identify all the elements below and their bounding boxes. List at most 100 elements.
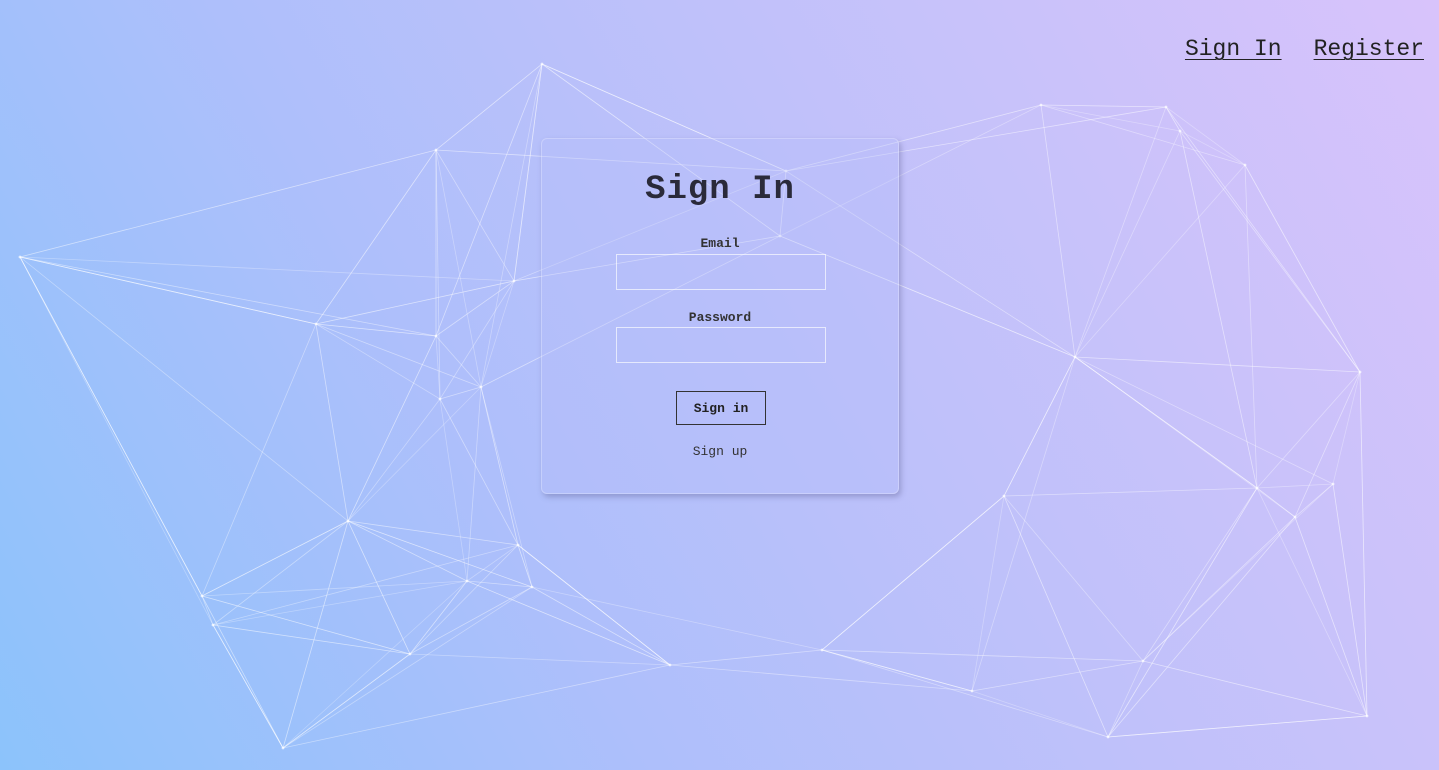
network-line: [821, 649, 1109, 738]
network-line: [347, 335, 437, 522]
network-node: [211, 623, 215, 627]
network-line: [1074, 356, 1361, 373]
network-line: [1074, 164, 1246, 358]
network-node: [200, 594, 204, 598]
network-node: [970, 689, 974, 693]
network-line: [315, 323, 441, 400]
network-line: [971, 660, 1144, 692]
network-line: [315, 323, 437, 337]
network-line: [1256, 371, 1361, 489]
network-line: [1003, 487, 1258, 497]
network-line: [1040, 104, 1246, 166]
network-line: [531, 586, 823, 651]
network-line: [517, 544, 671, 666]
network-line: [1179, 130, 1246, 166]
network-line: [1294, 516, 1368, 717]
network-line: [821, 649, 1144, 662]
network-line: [201, 520, 349, 597]
network-node: [1002, 494, 1006, 498]
network-line: [1165, 106, 1361, 373]
network-line: [347, 520, 519, 546]
password-field[interactable]: [616, 327, 826, 363]
network-node: [314, 322, 318, 326]
network-node: [1073, 355, 1077, 359]
network-line: [1074, 356, 1258, 489]
network-node: [1243, 163, 1247, 167]
network-line: [971, 495, 1005, 692]
nav-signin-link[interactable]: Sign In: [1185, 36, 1282, 62]
network-line: [19, 256, 214, 626]
network-line: [1074, 130, 1181, 358]
network-line: [201, 580, 468, 597]
network-line: [435, 149, 515, 282]
network-line: [1107, 660, 1144, 738]
network-line: [821, 495, 1005, 651]
network-line: [439, 280, 515, 400]
network-line: [282, 586, 533, 749]
network-line: [1165, 106, 1181, 132]
network-line: [282, 520, 349, 749]
network-line: [1107, 487, 1258, 738]
network-line: [201, 323, 317, 597]
network-node: [438, 397, 442, 401]
network-node: [530, 585, 534, 589]
network-line: [409, 580, 468, 655]
network-line: [466, 580, 671, 666]
network-line: [480, 386, 519, 546]
network-node: [18, 255, 22, 259]
network-line: [409, 586, 533, 655]
network-line: [212, 580, 468, 626]
network-node: [540, 62, 544, 66]
network-line: [1107, 715, 1368, 738]
network-line: [1040, 104, 1181, 132]
network-node: [512, 279, 516, 283]
network-line: [1003, 495, 1109, 738]
network-line: [435, 149, 482, 388]
network-line: [1179, 130, 1361, 373]
network-line: [439, 398, 468, 582]
network-line: [212, 544, 519, 626]
network-node: [465, 579, 469, 583]
signup-link[interactable]: Sign up: [542, 444, 898, 459]
network-node: [1293, 515, 1297, 519]
network-line: [315, 323, 482, 388]
network-node: [434, 334, 438, 338]
network-line: [212, 624, 284, 749]
network-line: [1142, 487, 1258, 662]
network-line: [19, 256, 317, 325]
page-title: Sign In: [645, 171, 795, 209]
network-line: [1244, 164, 1361, 373]
network-line: [1256, 483, 1334, 489]
network-line: [282, 653, 411, 749]
network-line: [1294, 371, 1361, 518]
network-node: [346, 519, 350, 523]
network-line: [1142, 516, 1296, 662]
nav-register-link[interactable]: Register: [1314, 36, 1424, 62]
network-line: [971, 356, 1076, 692]
network-line: [19, 256, 437, 337]
network-line: [439, 398, 519, 546]
network-node: [820, 648, 824, 652]
network-line: [315, 280, 515, 325]
signin-button[interactable]: Sign in: [676, 391, 766, 425]
network-line: [282, 664, 671, 749]
network-line: [1359, 371, 1368, 717]
network-node: [1178, 129, 1182, 133]
network-line: [669, 649, 823, 666]
signin-card: Sign In Email Password Sign in Sign up: [541, 138, 899, 494]
network-line: [971, 690, 1109, 738]
network-line: [1040, 104, 1076, 358]
network-line: [409, 653, 671, 666]
network-line: [347, 386, 482, 522]
network-line: [201, 595, 284, 749]
network-node: [668, 663, 672, 667]
email-field[interactable]: [616, 254, 826, 290]
network-line: [201, 595, 214, 626]
network-node: [434, 148, 438, 152]
network-line: [1142, 660, 1368, 717]
network-line: [435, 63, 543, 337]
network-node: [281, 746, 285, 750]
network-line: [19, 256, 349, 522]
network-node: [1365, 714, 1369, 718]
network-line: [212, 520, 349, 626]
